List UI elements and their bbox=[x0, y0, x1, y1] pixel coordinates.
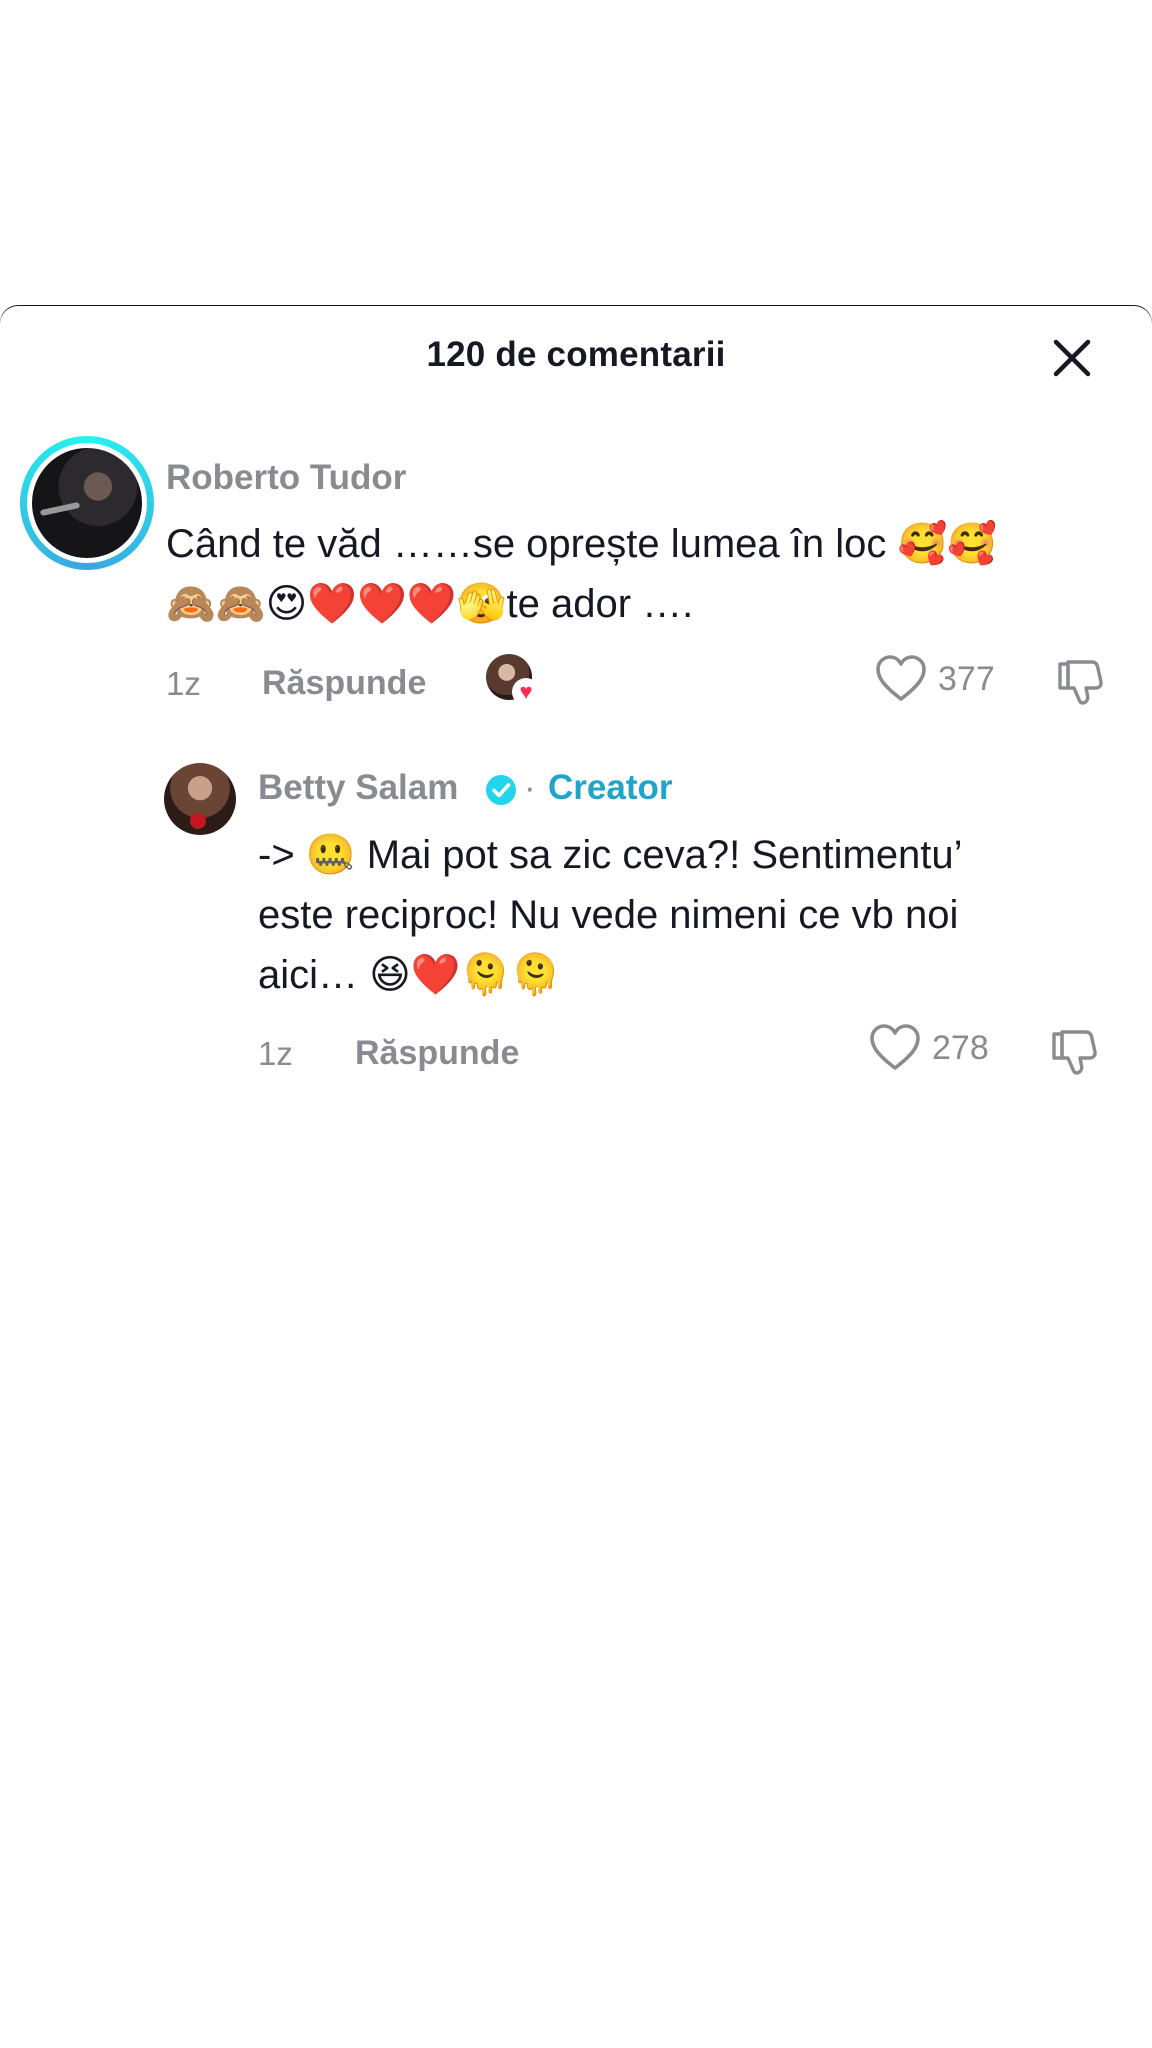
reply-text-line: aici… 😆❤️🫠🫠 bbox=[258, 953, 561, 997]
separator-dot: · bbox=[524, 768, 536, 807]
like-count: 278 bbox=[932, 1028, 989, 1067]
reply-text-line: -> 🤐 Mai pot sa zic ceva?! Sentimentu’ bbox=[258, 833, 963, 877]
comment-text-line: 🙈🙈😍❤️❤️❤️🫣te ador …. bbox=[166, 582, 694, 626]
heart-icon: ♥ bbox=[512, 678, 540, 706]
heart-outline-icon bbox=[870, 1024, 920, 1070]
dislike-button[interactable] bbox=[1054, 656, 1106, 708]
close-button[interactable] bbox=[1050, 336, 1094, 380]
thumbs-down-icon bbox=[1052, 1030, 1097, 1075]
thumbs-down-icon bbox=[1058, 660, 1103, 705]
like-count: 377 bbox=[938, 659, 995, 698]
close-icon bbox=[1053, 339, 1091, 377]
comment-username[interactable]: Roberto Tudor bbox=[166, 458, 406, 498]
creator-badge: Creator bbox=[548, 768, 673, 807]
reply-time: 1z bbox=[258, 1035, 293, 1072]
avatar-ring-inner bbox=[27, 443, 147, 563]
comment-text-line: Când te văd ……se oprește lumea în loc 🥰🥰 bbox=[166, 522, 998, 566]
avatar-image bbox=[32, 448, 142, 558]
reply-button[interactable]: Răspunde bbox=[355, 1034, 519, 1073]
reply-text-line: este reciproc! Nu vede nimeni ce vb noi bbox=[258, 893, 959, 937]
dislike-button[interactable] bbox=[1048, 1026, 1100, 1078]
reply-username[interactable]: Betty Salam bbox=[258, 768, 458, 808]
heart-outline-icon bbox=[876, 655, 926, 701]
avatar-roberto-tudor[interactable] bbox=[20, 436, 154, 570]
like-button[interactable]: 377 bbox=[874, 654, 995, 704]
liked-by-creator-badge: ♥ bbox=[486, 654, 540, 706]
verified-badge-icon bbox=[484, 773, 518, 807]
avatar-betty-salam[interactable] bbox=[164, 763, 236, 835]
comment-time: 1z bbox=[166, 665, 201, 702]
like-button[interactable]: 278 bbox=[868, 1023, 989, 1073]
reply-button[interactable]: Răspunde bbox=[262, 664, 426, 703]
comments-count-title: 120 de comentarii bbox=[426, 335, 726, 374]
